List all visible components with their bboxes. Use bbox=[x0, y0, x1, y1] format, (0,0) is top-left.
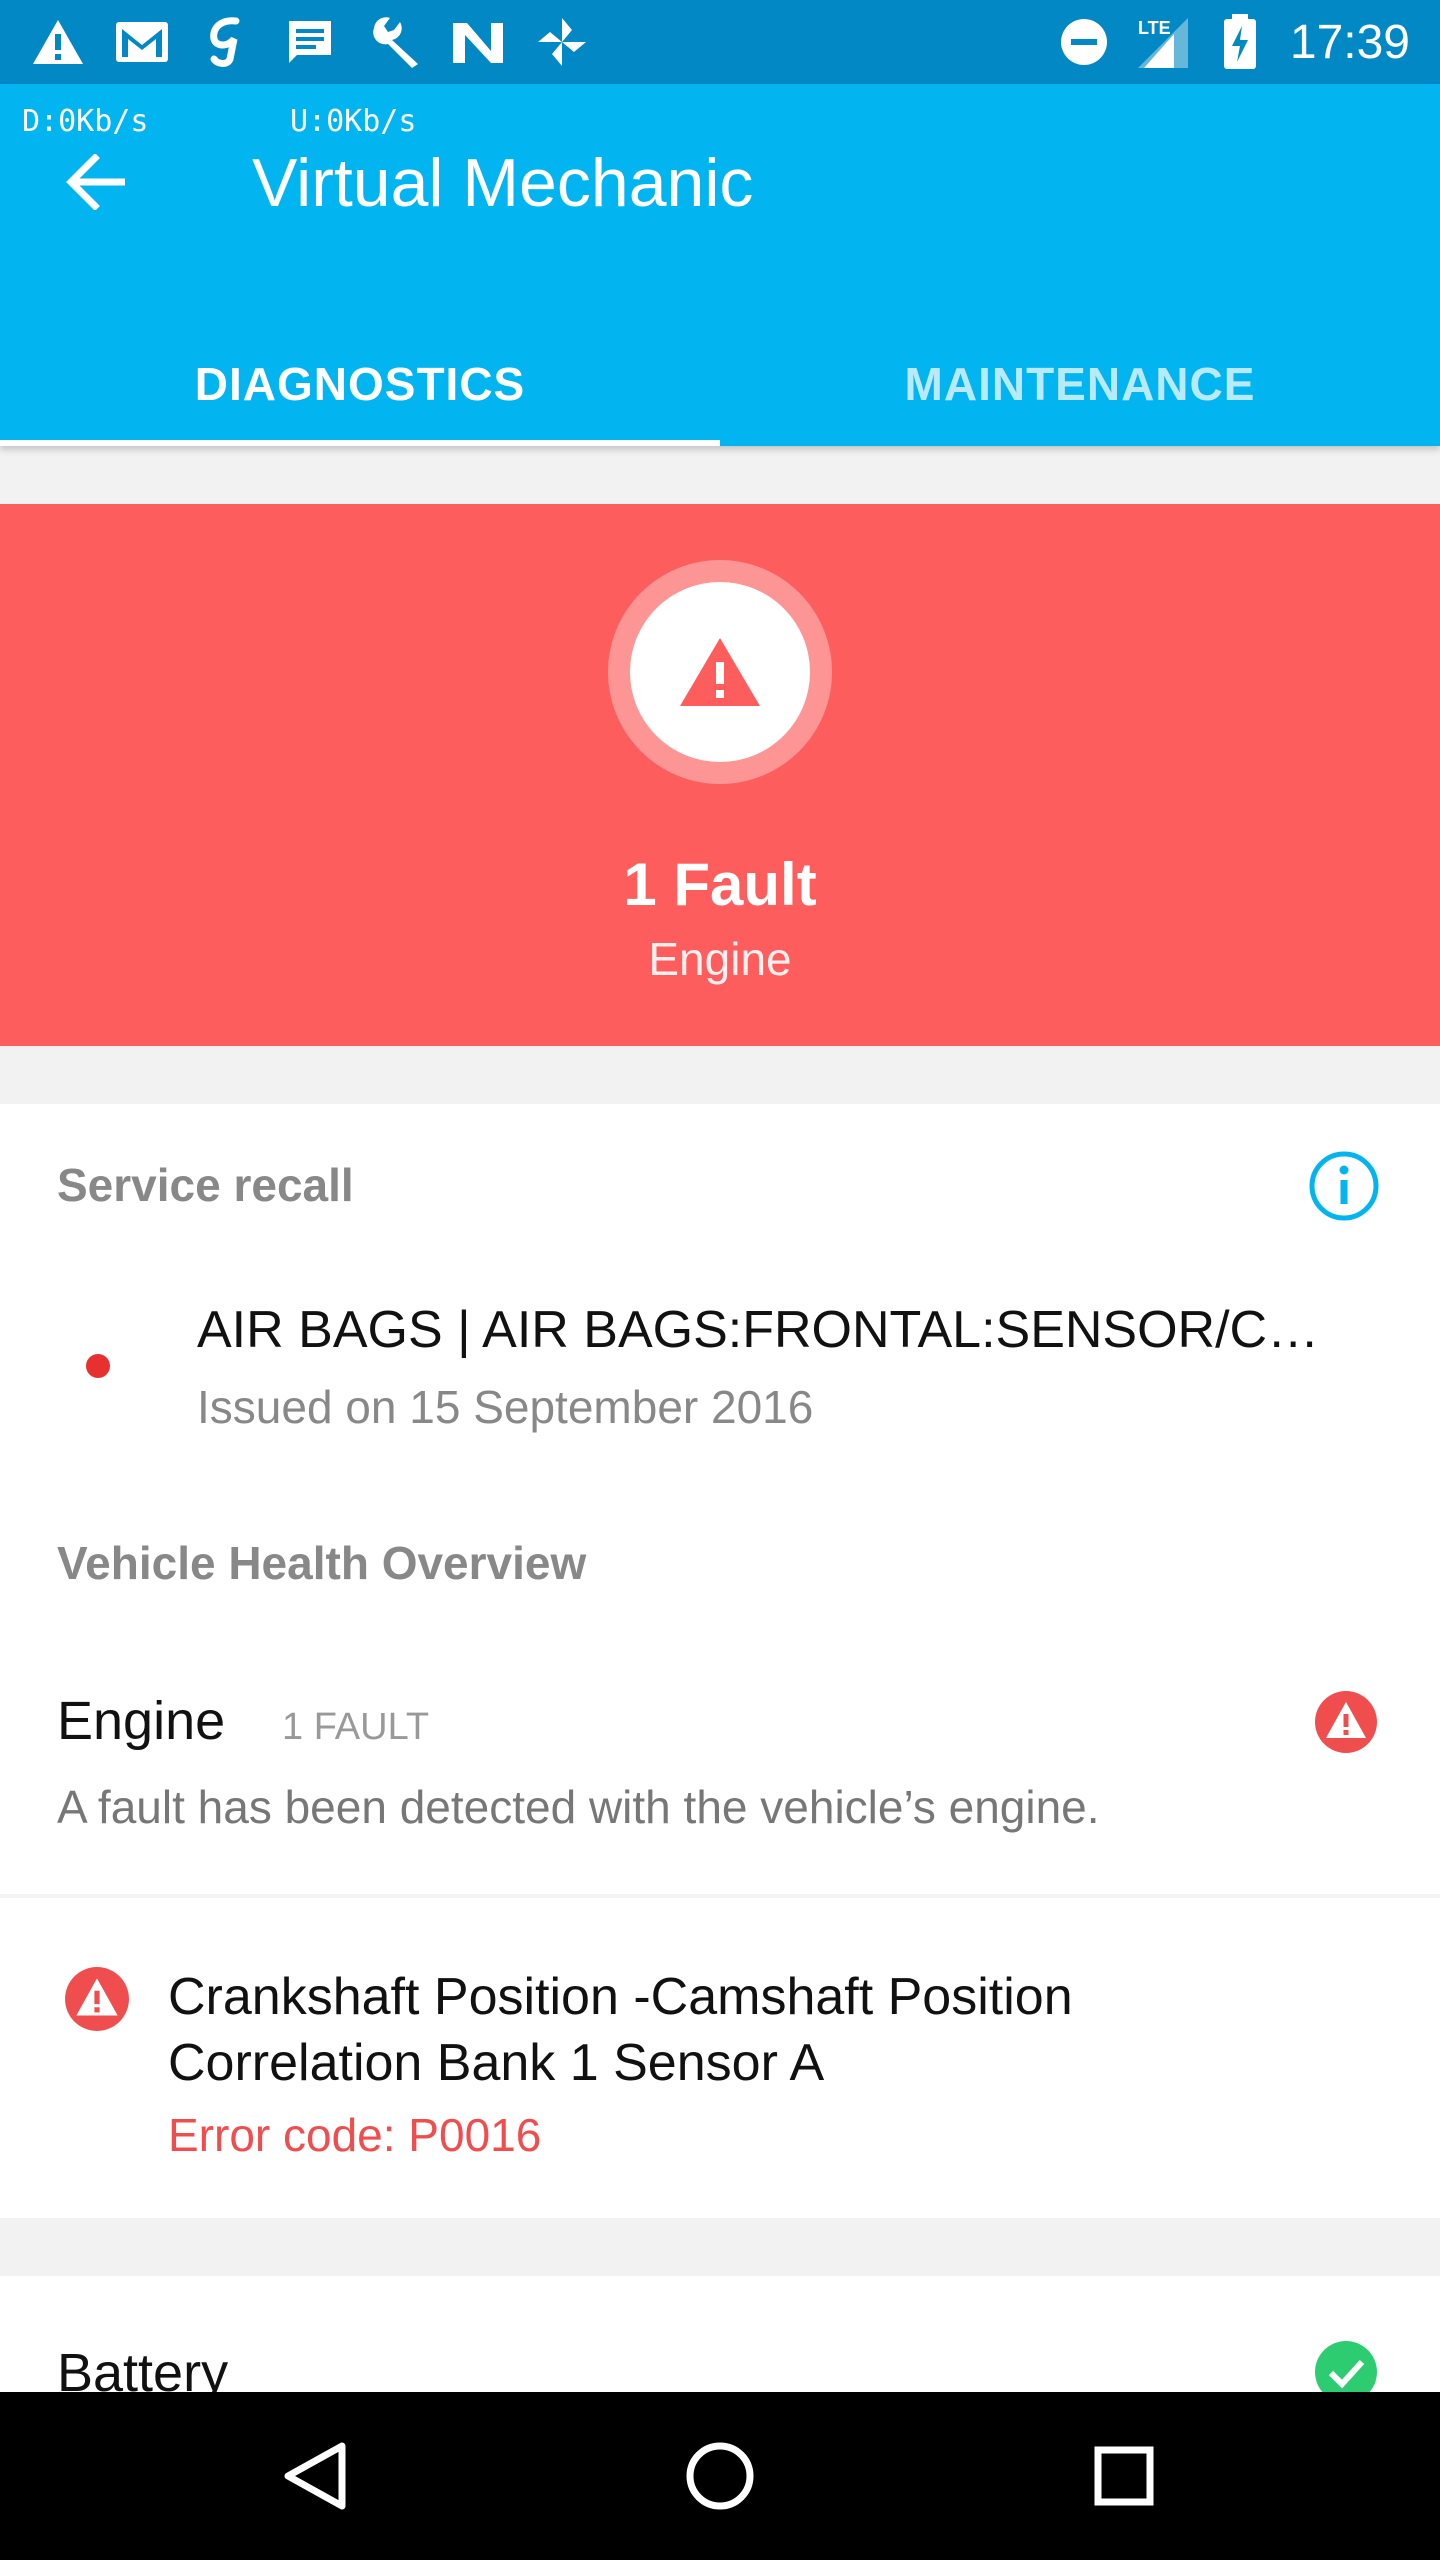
page-title: Virtual Mechanic bbox=[252, 145, 754, 221]
recall-date: Issued on 15 September 2016 bbox=[197, 1381, 814, 1433]
nav-back-icon bbox=[284, 2442, 346, 2510]
upload-speed: U:0Kb/s bbox=[290, 104, 417, 139]
diagnostics-card: Service recall AIR BAGS | AIR BAGS:FRONT… bbox=[0, 1104, 1440, 1894]
g-app-icon bbox=[198, 14, 254, 70]
engine-description: A fault has been detected with the vehic… bbox=[57, 1781, 1100, 1833]
arrow-back-icon bbox=[66, 154, 125, 210]
battery-charging-icon bbox=[1212, 14, 1268, 70]
fault-title: Crankshaft Position -Camshaft Position C… bbox=[168, 1964, 1348, 2096]
wrench-icon bbox=[366, 14, 422, 70]
fault-title-line2: Correlation Bank 1 Sensor A bbox=[168, 2034, 825, 2092]
recall-title: AIR BAGS | AIR BAGS:FRONTAL:SENSOR/CONTR… bbox=[197, 1301, 1347, 1359]
info-icon bbox=[1309, 1151, 1379, 1221]
pinwheel-icon bbox=[534, 14, 590, 70]
system-navigation-bar bbox=[0, 2392, 1440, 2560]
warning-icon bbox=[680, 638, 760, 706]
app-bar: D:0Kb/s U:0Kb/s Virtual Mechanic DIAGNOS… bbox=[0, 84, 1440, 446]
fault-badge bbox=[608, 560, 832, 784]
fault-badge-inner bbox=[630, 582, 810, 762]
nav-back-button[interactable] bbox=[265, 2426, 365, 2526]
status-bar: LTE 17:39 bbox=[0, 0, 1440, 84]
n-app-icon bbox=[450, 14, 506, 70]
tab-maintenance[interactable]: MAINTENANCE bbox=[720, 324, 1440, 444]
gmail-icon bbox=[114, 14, 170, 70]
warning-icon bbox=[30, 14, 86, 70]
fault-title-line1: Crankshaft Position -Camshaft Position bbox=[168, 1968, 1073, 2026]
info-button[interactable] bbox=[1308, 1150, 1380, 1222]
nav-home-icon bbox=[686, 2442, 754, 2510]
warning-icon bbox=[1315, 1691, 1377, 1753]
notification-icons bbox=[30, 10, 590, 74]
clock: 17:39 bbox=[1289, 15, 1410, 69]
fault-category: Engine bbox=[648, 933, 792, 985]
nav-home-button[interactable] bbox=[670, 2426, 770, 2526]
nav-recents-icon bbox=[1094, 2446, 1154, 2506]
fault-detail-card[interactable]: Crankshaft Position -Camshaft Position C… bbox=[0, 1898, 1440, 2218]
lte-signal-icon: LTE bbox=[1134, 14, 1190, 70]
fault-count: 1 Fault bbox=[623, 851, 817, 918]
warning-icon bbox=[65, 1967, 129, 2031]
do-not-disturb-icon bbox=[1056, 14, 1112, 70]
error-code: Error code: P0016 bbox=[168, 2109, 542, 2161]
health-overview-heading: Vehicle Health Overview bbox=[57, 1537, 587, 1589]
system-status: LTE 17:39 bbox=[1056, 10, 1410, 74]
service-recall-heading: Service recall bbox=[57, 1159, 354, 1211]
back-button[interactable] bbox=[60, 146, 132, 218]
download-speed: D:0Kb/s bbox=[22, 104, 149, 139]
message-icon bbox=[282, 14, 338, 70]
network-speed: D:0Kb/s U:0Kb/s bbox=[22, 104, 416, 139]
lte-label: LTE bbox=[1138, 18, 1171, 38]
tab-diagnostics[interactable]: DIAGNOSTICS bbox=[0, 324, 720, 444]
nav-recents-button[interactable] bbox=[1074, 2426, 1174, 2526]
engine-label: Engine bbox=[57, 1691, 226, 1751]
active-tab-indicator bbox=[0, 440, 720, 446]
engine-fault-count: 1 FAULT bbox=[282, 1706, 430, 1748]
recall-status-dot bbox=[86, 1354, 110, 1378]
fault-summary-banner: 1 Fault Engine bbox=[0, 504, 1440, 1046]
